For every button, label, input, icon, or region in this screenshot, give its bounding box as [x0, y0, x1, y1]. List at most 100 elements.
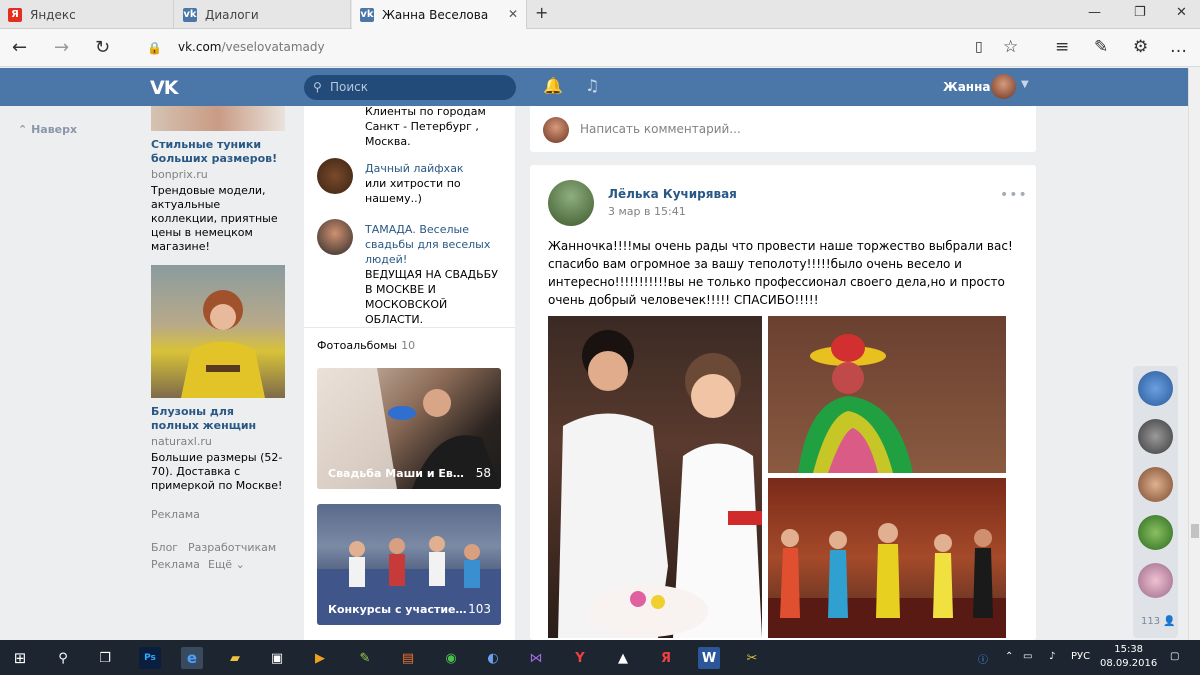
friends-sidebar: 113 👤: [1133, 366, 1178, 638]
post-photo-image: [798, 334, 913, 473]
group-title[interactable]: ТАМАДА. Веселые свадьбы для веселых люде…: [365, 222, 505, 267]
footer-dev-link[interactable]: Разработчикам: [188, 541, 276, 554]
reading-view-icon[interactable]: ▯: [975, 39, 983, 55]
group-avatar[interactable]: [317, 158, 353, 194]
clock-date: 08.09.2016: [1100, 658, 1158, 669]
friend-avatar[interactable]: [1138, 371, 1173, 406]
ads-label[interactable]: Реклама: [151, 508, 200, 521]
favorite-star-icon[interactable]: ☆: [1003, 37, 1018, 57]
url-field[interactable]: vk.com/veselovatamady: [178, 40, 325, 54]
user-name[interactable]: Жанна: [943, 80, 990, 94]
ad-block[interactable]: Блузоны для полных женщин naturaxl.ru Бо…: [151, 405, 285, 493]
tab-dialogs[interactable]: vk Диалоги: [175, 0, 351, 29]
chevron-up-icon: ⌃: [18, 123, 28, 136]
chrome-icon[interactable]: ◉: [440, 647, 462, 669]
ad-title[interactable]: Стильные туники больших размеров!: [151, 138, 285, 166]
comment-input[interactable]: Написать комментарий...: [580, 122, 741, 136]
group-title[interactable]: Дачный лайфхак: [365, 161, 505, 176]
music-icon[interactable]: ♫: [585, 76, 599, 95]
post-author-avatar[interactable]: [548, 180, 594, 226]
scrollbar-thumb[interactable]: [1191, 524, 1199, 538]
footer-more-label: Ещё: [208, 558, 233, 571]
photos-icon[interactable]: ▲: [612, 647, 634, 669]
ad-block[interactable]: Стильные туники больших размеров! bonpri…: [151, 138, 285, 254]
chevron-down-icon[interactable]: ▼: [1021, 79, 1029, 90]
minimize-icon[interactable]: —: [1088, 5, 1101, 20]
edge-icon[interactable]: e: [181, 647, 203, 669]
media-player-icon[interactable]: ▶: [309, 647, 331, 669]
album-name: Свадьба Маши и Евгения: [328, 467, 468, 480]
hub-icon[interactable]: ≡: [1055, 37, 1069, 57]
post-author-name[interactable]: Лёлька Кучирявая: [608, 187, 737, 201]
vk-header: VK ⚲ Поиск 🔔 ♫ Жанна ▼: [0, 68, 1188, 106]
yandex-icon[interactable]: Я: [655, 647, 677, 669]
close-tab-icon[interactable]: ✕: [508, 7, 518, 21]
albums-header[interactable]: Фотоальбомы 10: [317, 339, 415, 352]
printer-icon[interactable]: ▤: [397, 647, 419, 669]
language-indicator[interactable]: РУС: [1071, 651, 1090, 662]
back-arrow-icon[interactable]: ←: [12, 37, 27, 58]
post-photo[interactable]: [768, 478, 1006, 638]
new-tab-button[interactable]: +: [535, 3, 548, 22]
user-avatar[interactable]: [991, 74, 1016, 99]
online-counter[interactable]: 113 👤: [1141, 616, 1176, 627]
post-date[interactable]: 3 мар в 15:41: [608, 205, 686, 218]
tab-yandex[interactable]: Я Яндекс: [0, 0, 174, 29]
audio-icon[interactable]: ◐: [482, 647, 504, 669]
vk-logo[interactable]: VK: [150, 77, 178, 99]
search-input[interactable]: ⚲ Поиск: [304, 75, 516, 100]
windows-start-icon[interactable]: ⊞: [9, 647, 31, 669]
url-path: /veselovatamady: [221, 40, 325, 54]
post-photo[interactable]: [768, 316, 1006, 473]
store-icon[interactable]: ▣: [266, 647, 288, 669]
share-icon[interactable]: ⚙: [1133, 37, 1148, 57]
people-icon: 👤: [1163, 616, 1176, 627]
notifications-icon[interactable]: ▢: [1170, 651, 1179, 662]
ad-title[interactable]: Блузоны для полных женщин: [151, 405, 285, 433]
comment-box: Написать комментарий...: [530, 106, 1036, 152]
tool-icon[interactable]: ✂: [741, 647, 763, 669]
tab-label: Жанна Веселова: [382, 7, 489, 22]
friend-avatar[interactable]: [1138, 467, 1173, 502]
chevron-down-icon: ⌄: [235, 558, 245, 571]
group-avatar[interactable]: [317, 219, 353, 255]
tab-zhanna[interactable]: vk Жанна Веселова ✕: [352, 0, 527, 29]
tray-chevron-icon[interactable]: ⌃: [1005, 651, 1013, 662]
volume-icon[interactable]: ♪: [1049, 651, 1055, 662]
clock[interactable]: 15:38 08.09.2016: [1100, 643, 1157, 671]
album-card[interactable]: Свадьба Маши и Евгения 58: [317, 368, 501, 489]
back-to-top-link[interactable]: ⌃ Наверх: [18, 123, 77, 136]
paint-icon[interactable]: ✎: [354, 647, 376, 669]
refresh-icon[interactable]: ↻: [95, 37, 110, 58]
photoshop-icon[interactable]: Ps: [139, 647, 161, 669]
bell-icon[interactable]: 🔔: [543, 76, 563, 95]
ad-image[interactable]: [151, 106, 285, 131]
ad-image[interactable]: [151, 265, 285, 398]
more-menu-icon[interactable]: …: [1170, 37, 1187, 57]
wall-post: Лёлька Кучирявая 3 мар в 15:41 ••• Жанно…: [530, 165, 1036, 640]
task-view-icon[interactable]: ❐: [94, 647, 116, 669]
page-scrollbar[interactable]: [1188, 68, 1200, 640]
folder-icon[interactable]: ▰: [224, 647, 246, 669]
notification-app-icon[interactable]: ⓘ: [978, 651, 988, 666]
friend-avatar[interactable]: [1138, 563, 1173, 598]
album-card[interactable]: Конкурсы с участием г... 103: [317, 504, 501, 625]
web-note-icon[interactable]: ✎: [1094, 37, 1108, 57]
word-icon[interactable]: W: [698, 647, 720, 669]
forward-arrow-icon[interactable]: →: [54, 37, 69, 58]
footer-ads-link[interactable]: Реклама: [151, 558, 200, 571]
yandex-browser-icon[interactable]: Y: [569, 647, 591, 669]
close-window-icon[interactable]: ✕: [1176, 5, 1187, 20]
footer-blog-link[interactable]: Блог: [151, 541, 178, 554]
friend-avatar[interactable]: [1138, 515, 1173, 550]
visual-studio-icon[interactable]: ⋈: [525, 647, 547, 669]
friend-avatar[interactable]: [1138, 419, 1173, 454]
post-photo[interactable]: [548, 316, 762, 638]
address-bar: ← → ↻ 🔒 vk.com/veselovatamady ▯ ☆ ≡ ✎ ⚙ …: [0, 29, 1200, 67]
more-options-icon[interactable]: •••: [1000, 187, 1028, 203]
footer-more-link[interactable]: Ещё ⌄: [208, 558, 245, 571]
search-icon[interactable]: ⚲: [52, 647, 74, 669]
network-icon[interactable]: ▭: [1023, 651, 1032, 662]
restore-icon[interactable]: ❐: [1134, 5, 1146, 20]
album-photo-count: 103: [468, 602, 491, 616]
